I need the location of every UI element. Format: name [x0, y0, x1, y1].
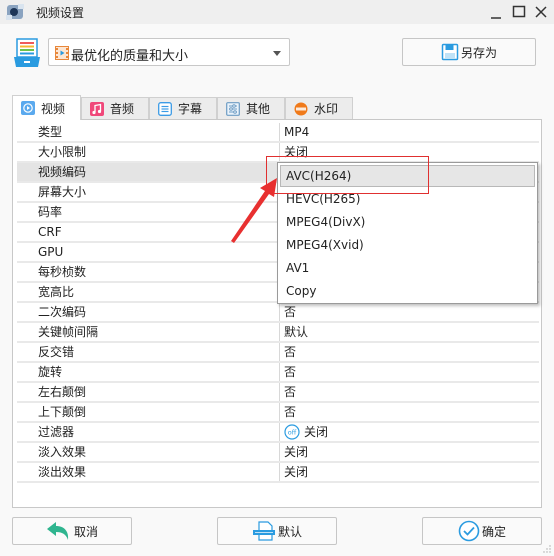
property-value-text: 默认	[284, 325, 309, 339]
property-value[interactable]: 否	[279, 303, 539, 321]
property-value[interactable]: 关闭	[279, 443, 539, 461]
codec-dropdown-list[interactable]: AVC(H264) HEVC(H265) MPEG4(DivX) MPEG4(X…	[277, 162, 538, 304]
property-row-two-pass[interactable]: 二次编码 否	[17, 303, 539, 323]
property-row-type[interactable]: 类型 MP4	[17, 123, 539, 143]
codec-option-av1[interactable]: AV1	[280, 257, 535, 279]
property-key: 过滤器	[38, 425, 75, 439]
property-value[interactable]: 否	[279, 383, 539, 401]
codec-option-mpeg4-divx[interactable]: MPEG4(DivX)	[280, 211, 535, 233]
property-value-text: 否	[284, 405, 297, 419]
minimize-button[interactable]	[487, 3, 505, 21]
property-row-flip-vertical[interactable]: 上下颠倒 否	[17, 403, 539, 423]
property-row-deinterlace[interactable]: 反交错 否	[17, 343, 539, 363]
property-value-text: 关闭	[284, 465, 309, 479]
default-label: 默认	[277, 524, 302, 539]
property-value[interactable]: MP4	[279, 123, 539, 141]
subtitle-icon	[158, 101, 172, 116]
property-row-size-limit[interactable]: 大小限制 关闭	[17, 143, 539, 163]
property-key: GPU	[38, 245, 64, 259]
preset-list-icon	[14, 38, 40, 67]
maximize-button[interactable]	[510, 3, 528, 21]
ok-label: 确定	[481, 524, 506, 539]
video-icon	[21, 101, 35, 115]
property-value-text: 否	[284, 385, 297, 399]
property-value-text: 否	[284, 305, 297, 319]
close-button[interactable]	[532, 3, 550, 21]
music-icon	[90, 101, 104, 116]
property-key: 宽高比	[38, 285, 75, 299]
property-row-rotate[interactable]: 旋转 否	[17, 363, 539, 383]
property-key: 旋转	[38, 365, 63, 379]
default-button[interactable]: 默认	[217, 517, 337, 545]
property-row-filter[interactable]: 过滤器 off 关闭	[17, 423, 539, 443]
property-key: 屏幕大小	[38, 185, 87, 199]
property-value-text: MP4	[284, 125, 310, 139]
property-value-text: 关闭	[304, 425, 329, 439]
property-value[interactable]: 否	[279, 363, 539, 381]
tab-audio-label: 音频	[110, 102, 135, 116]
svg-text:off: off	[288, 429, 297, 437]
tab-video[interactable]: 视频	[12, 95, 81, 120]
tab-watermark[interactable]: 水印	[285, 97, 353, 119]
save-as-button[interactable]: 另存为	[402, 38, 536, 66]
property-key: 码率	[38, 205, 63, 219]
property-value[interactable]: off 关闭	[279, 423, 539, 441]
app-icon	[6, 4, 24, 20]
codec-option-hevc[interactable]: HEVC(H265)	[280, 188, 535, 210]
undo-arrow-icon	[46, 522, 69, 540]
property-row-fade-in[interactable]: 淡入效果 关闭	[17, 443, 539, 463]
check-circle-icon	[458, 520, 480, 542]
window-title: 视频设置	[36, 6, 85, 20]
property-key: 类型	[38, 125, 63, 139]
off-toggle-icon[interactable]: off	[284, 424, 300, 440]
settings-sliders-icon	[226, 101, 240, 116]
title-bar: 视频设置	[0, 0, 554, 24]
save-as-label: 另存为	[460, 45, 497, 60]
floppy-disk-icon	[441, 43, 459, 61]
property-key: 反交错	[38, 345, 75, 359]
property-key: 淡出效果	[38, 465, 87, 479]
tab-subtitle-label: 字幕	[178, 102, 203, 116]
tab-other[interactable]: 其他	[217, 97, 285, 119]
property-value[interactable]: 否	[279, 403, 539, 421]
tab-watermark-label: 水印	[314, 102, 339, 116]
default-document-icon	[252, 521, 275, 541]
property-value-text: 否	[284, 345, 297, 359]
property-value[interactable]: 默认	[279, 323, 539, 341]
tab-audio[interactable]: 音频	[81, 97, 149, 119]
property-key: 淡入效果	[38, 445, 87, 459]
property-key: 关键帧间隔	[38, 325, 99, 339]
tab-video-label: 视频	[41, 101, 66, 116]
property-value[interactable]: 关闭	[279, 463, 539, 481]
property-key: 二次编码	[38, 305, 87, 319]
property-key: 上下颠倒	[38, 405, 87, 419]
property-key: 大小限制	[38, 145, 87, 159]
property-row-flip-horizontal[interactable]: 左右颠倒 否	[17, 383, 539, 403]
property-row-fade-out[interactable]: 淡出效果 关闭	[17, 463, 539, 483]
preset-selected-value: 最优化的质量和大小	[71, 49, 189, 64]
cancel-label: 取消	[73, 524, 98, 539]
chevron-down-icon	[273, 51, 281, 56]
property-key: CRF	[38, 225, 62, 239]
property-key: 每秒桢数	[38, 265, 87, 279]
property-value[interactable]: 关闭	[279, 143, 539, 161]
film-icon	[55, 46, 69, 60]
watermark-new-icon	[294, 102, 308, 115]
property-key: 视频编码	[17, 163, 277, 181]
ok-button[interactable]: 确定	[422, 517, 542, 545]
property-key: 左右颠倒	[38, 385, 87, 399]
property-value[interactable]: 否	[279, 343, 539, 361]
property-value-text: 关闭	[284, 445, 309, 459]
codec-option-copy[interactable]: Copy	[280, 280, 535, 302]
codec-option-mpeg4-xvid[interactable]: MPEG4(Xvid)	[280, 234, 535, 256]
preset-dropdown[interactable]: 最优化的质量和大小	[48, 38, 290, 66]
tab-subtitle[interactable]: 字幕	[149, 97, 217, 119]
codec-option-avc[interactable]: AVC(H264)	[280, 165, 535, 187]
property-value-text: 关闭	[284, 145, 309, 159]
resize-grip-icon[interactable]	[542, 544, 552, 554]
tab-other-label: 其他	[246, 102, 271, 116]
cancel-button[interactable]: 取消	[12, 517, 132, 545]
property-row-keyframe-interval[interactable]: 关键帧间隔 默认	[17, 323, 539, 343]
property-value-text: 否	[284, 365, 297, 379]
